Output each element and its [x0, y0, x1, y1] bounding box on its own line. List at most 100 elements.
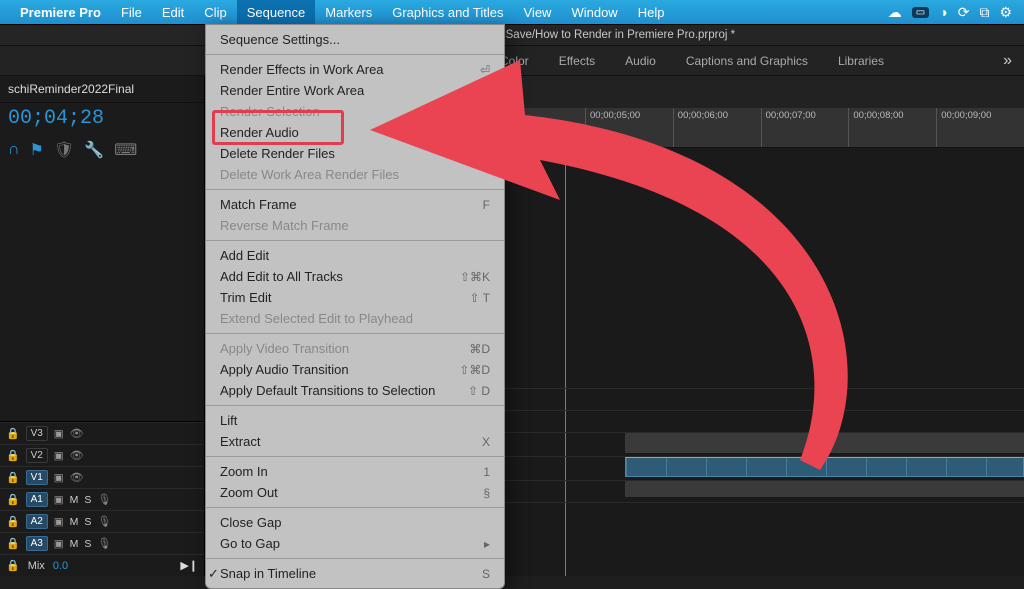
mute-button[interactable]: M [70, 516, 79, 528]
audio-clip-a2[interactable] [625, 481, 1024, 497]
fx-icon[interactable]: ▣ [54, 516, 64, 528]
menu-item-apply-audio-transition[interactable]: Apply Audio Transition⇧⌘D [206, 359, 504, 380]
lock-icon[interactable]: 🔒 [6, 427, 20, 440]
wifi-icon[interactable]: ⧉ [979, 4, 989, 21]
lock-icon[interactable]: 🔒 [6, 559, 20, 572]
ruler-tick: 00;00;06;00 [673, 108, 761, 147]
menu-item-trim-edit[interactable]: Trim Edit ⇧ T [206, 287, 504, 308]
track-label[interactable]: A2 [26, 514, 48, 529]
fx-icon[interactable]: ▣ [54, 538, 64, 550]
tab-audio[interactable]: Audio [625, 54, 656, 68]
fx-icon[interactable]: ▣ [54, 494, 64, 506]
menu-item-label: Apply Audio Transition [220, 362, 349, 377]
settings-icon[interactable]: ⚙︎ [999, 4, 1012, 21]
track-header-v2[interactable]: 🔒 V2 ▣ 👁 [0, 444, 204, 466]
track-header-v3[interactable]: 🔒 V3 ▣ 👁 [0, 422, 204, 444]
cloud-icon[interactable]: ☁︎ [888, 4, 902, 21]
menu-item-label: Snap in Timeline [220, 566, 316, 581]
play-icon[interactable]: ▶❙ [180, 559, 198, 572]
menu-item-match-frame[interactable]: Match FrameF [206, 194, 504, 215]
track-header-a2[interactable]: 🔒 A2 ▣ MS 🎙 [0, 510, 204, 532]
fx-icon[interactable]: ▣ [54, 450, 64, 462]
battery-icon[interactable]: ▭ [912, 7, 929, 18]
menu-item-extract[interactable]: ExtractX [206, 431, 504, 452]
menu-separator [206, 189, 504, 190]
menu-help[interactable]: Help [628, 0, 675, 24]
menu-item-render-entire-work-area[interactable]: Render Entire Work AreaM [206, 80, 504, 101]
lock-icon[interactable]: 🔒 [6, 449, 20, 462]
eye-icon[interactable]: 👁 [70, 449, 84, 462]
track-label[interactable]: V3 [26, 426, 48, 441]
menu-item-delete-render-files[interactable]: Delete Render Files [206, 143, 504, 164]
menu-item-go-to-gap[interactable]: Go to Gap▸ [206, 533, 504, 554]
marker-icon[interactable]: ⚑ [30, 140, 44, 160]
mix-row: 🔒 Mix 0.0 ▶❙ [0, 554, 204, 576]
track-label[interactable]: A1 [26, 492, 48, 507]
menu-graphics-and-titles[interactable]: Graphics and Titles [382, 0, 513, 24]
snap-icon[interactable]: ∩ [8, 141, 20, 159]
fx-icon[interactable]: ▣ [54, 472, 64, 484]
solo-button[interactable]: S [84, 516, 91, 528]
mic-icon[interactable]: 🎙 [97, 537, 111, 550]
tag-icon[interactable]: 🛡︎ [54, 140, 74, 160]
sync-icon[interactable]: ⟳ [958, 4, 970, 21]
track-label[interactable]: A3 [26, 536, 48, 551]
menu-view[interactable]: View [514, 0, 562, 24]
menu-item-lift[interactable]: Lift [206, 410, 504, 431]
menu-item-add-edit[interactable]: Add Edit [206, 245, 504, 266]
menu-item-add-edit-to-all-tracks[interactable]: Add Edit to All Tracks⇧⌘K [206, 266, 504, 287]
track-label[interactable]: V2 [26, 448, 48, 463]
eye-icon[interactable]: 👁 [70, 427, 84, 440]
video-clip[interactable] [625, 433, 1024, 453]
solo-button[interactable]: S [84, 538, 91, 550]
menu-item-label: Trim Edit [220, 290, 272, 305]
mute-button[interactable]: M [70, 494, 79, 506]
menu-item-sequence-settings[interactable]: Sequence Settings... [206, 29, 504, 50]
tab-libraries[interactable]: Libraries [838, 54, 884, 68]
track-label[interactable]: V1 [26, 470, 48, 485]
menu-item-zoom-in[interactable]: Zoom In1 [206, 461, 504, 482]
track-header-a1[interactable]: 🔒 A1 ▣ MS 🎙 [0, 488, 204, 510]
menu-sequence[interactable]: Sequence [237, 0, 316, 24]
menu-item-label: Add Edit to All Tracks [220, 269, 343, 284]
menu-window[interactable]: Window [561, 0, 627, 24]
mic-icon[interactable]: 🎙 [97, 493, 111, 506]
ruler-tick: 00;00;08;00 [848, 108, 936, 147]
timecode-display[interactable]: 00;04;28 [0, 103, 204, 138]
lock-icon[interactable]: 🔒 [6, 493, 20, 506]
menu-item-render-selection: Render Selection [206, 101, 504, 122]
menu-markers[interactable]: Markers [315, 0, 382, 24]
tab-captions-and-graphics[interactable]: Captions and Graphics [686, 54, 808, 68]
menu-item-zoom-out[interactable]: Zoom Out§ [206, 482, 504, 503]
shield-icon[interactable]: ◑ [939, 4, 947, 20]
menu-item-apply-default-transitions-to-selection[interactable]: Apply Default Transitions to Selection⇧ … [206, 380, 504, 401]
menu-edit[interactable]: Edit [152, 0, 194, 24]
menu-item-snap-in-timeline[interactable]: Snap in TimelineS [206, 563, 504, 584]
lock-icon[interactable]: 🔒 [6, 537, 20, 550]
mix-level[interactable]: 0.0 [53, 560, 68, 572]
overflow-chevron-icon[interactable]: » [1003, 52, 1012, 70]
link-icon[interactable]: ⌨ [114, 140, 137, 160]
menu-item-render-audio[interactable]: Render Audio [206, 122, 504, 143]
mic-icon[interactable]: 🎙 [97, 515, 111, 528]
menu-clip[interactable]: Clip [194, 0, 236, 24]
menu-item-render-effects-in-work-area[interactable]: Render Effects in Work Area⏎ [206, 59, 504, 80]
fx-icon[interactable]: ▣ [54, 428, 64, 440]
track-header-a3[interactable]: 🔒 A3 ▣ MS 🎙 [0, 532, 204, 554]
tab-effects[interactable]: Effects [559, 54, 595, 68]
project-panel: schiReminder2022Final 00;04;28 ∩ ⚑ 🛡︎ 🔧 … [0, 76, 205, 576]
audio-clip[interactable] [625, 457, 1024, 477]
menu-separator [206, 333, 504, 334]
track-header-v1[interactable]: 🔒 V1 ▣ 👁 [0, 466, 204, 488]
lock-icon[interactable]: 🔒 [6, 471, 20, 484]
menu-file[interactable]: File [111, 0, 152, 24]
menu-item-shortcut: ⇧ T [469, 291, 490, 305]
menu-separator [206, 558, 504, 559]
menu-item-close-gap[interactable]: Close Gap [206, 512, 504, 533]
wrench-icon[interactable]: 🔧 [84, 140, 104, 160]
workspace: schiReminder2022Final 00;04;28 ∩ ⚑ 🛡︎ 🔧 … [0, 76, 1024, 576]
mute-button[interactable]: M [70, 538, 79, 550]
solo-button[interactable]: S [84, 494, 91, 506]
eye-icon[interactable]: 👁 [70, 471, 84, 484]
lock-icon[interactable]: 🔒 [6, 515, 20, 528]
